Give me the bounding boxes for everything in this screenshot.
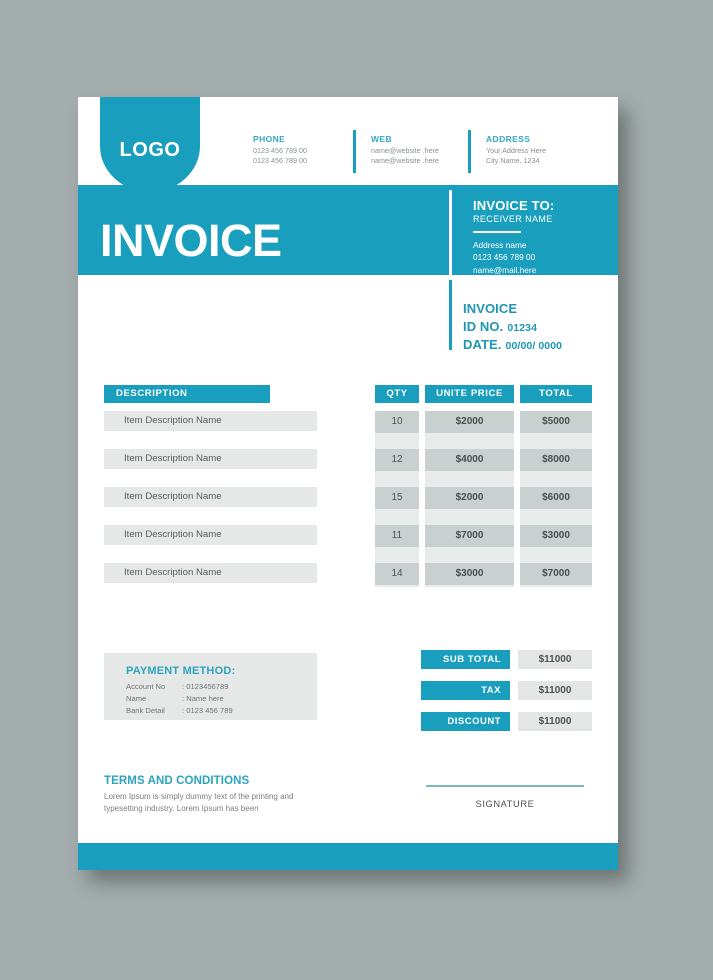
cell-qty: 11 <box>391 530 403 541</box>
discount-label: DISCOUNT <box>421 712 510 731</box>
subtotal-value: $11000 <box>518 650 592 669</box>
payment-value: : 0123456789 <box>182 682 229 691</box>
contact-line: 0123 456 789 00 <box>253 156 307 166</box>
invoice-date-label: DATE. <box>463 337 502 353</box>
terms-block: TERMS AND CONDITIONS Lorem Ipsum is simp… <box>104 775 324 816</box>
cell-total: $6000 <box>542 492 570 503</box>
payment-row: Account No : 0123456789 <box>126 681 317 693</box>
signature-label: SIGNATURE <box>475 799 535 809</box>
cell-qty: 15 <box>391 492 403 503</box>
cell-total: $7000 <box>542 568 570 579</box>
column-header-unit-price: UNITE PRICE <box>425 385 514 403</box>
contact-line: name@website .here <box>371 156 440 166</box>
contact-title-web: WEB <box>371 134 393 144</box>
payment-row: Name : Name here <box>126 693 317 705</box>
tax-value: $11000 <box>518 681 592 700</box>
cell-total: $8000 <box>542 454 570 465</box>
contact-block-phone: PHONE 0123 456 789 00 0123 456 789 00 <box>253 134 353 167</box>
invoice-date-value: 00/00/ 0000 <box>505 340 563 353</box>
invoice-page: PHONE 0123 456 789 00 0123 456 789 00 WE… <box>78 97 618 870</box>
payment-method-card: PAYMENT METHOD: Account No : 0123456789 … <box>104 653 317 720</box>
payment-key: Bank Detail <box>126 705 165 715</box>
page-title: INVOICE <box>100 215 282 266</box>
divider-rule <box>473 231 521 233</box>
logo-shield-shape: LOGO <box>100 97 200 192</box>
invoice-banner: INVOICE INVOICE TO: RECEIVER NAME Addres… <box>78 185 618 275</box>
table-row: Item Description Name <box>104 449 317 469</box>
cell-price: $3000 <box>455 568 484 579</box>
screenshot-canvas: PHONE 0123 456 789 00 0123 456 789 00 WE… <box>0 0 713 980</box>
invoice-to-block: INVOICE TO: RECEIVER NAME Address name 0… <box>473 198 623 276</box>
receiver-name: RECEIVER NAME <box>473 214 553 224</box>
cell-price: $7000 <box>455 530 484 541</box>
contact-line: Your Address Here <box>486 146 547 155</box>
receiver-email: name@mail.here <box>473 264 537 275</box>
payment-value: : Name here <box>182 693 224 703</box>
contact-line: name@website .here <box>371 146 440 155</box>
contact-title-phone: PHONE <box>253 134 286 144</box>
invoice-id-value: 01234 <box>507 322 538 335</box>
table-row: Item Description Name <box>104 563 317 583</box>
table-row: Item Description Name <box>104 487 317 507</box>
invoice-to-title: INVOICE TO: <box>473 198 555 213</box>
invoice-id-row: ID NO. 01234 <box>463 318 562 336</box>
footer-bar <box>78 843 618 870</box>
contact-info-group: PHONE 0123 456 789 00 0123 456 789 00 WE… <box>253 130 588 173</box>
contact-block-web: WEB name@website .here name@website .her… <box>353 130 468 173</box>
contact-line: 0123 456 789 00 <box>253 146 307 155</box>
payment-method-title: PAYMENT METHOD: <box>126 665 236 677</box>
column-header-qty: QTY <box>375 385 419 403</box>
signature-line <box>426 785 584 787</box>
cell-total: $3000 <box>542 530 570 541</box>
table-row: Item Description Name <box>104 411 317 431</box>
cell-total: $5000 <box>542 416 570 427</box>
tax-label: TAX <box>421 681 510 700</box>
terms-title: TERMS AND CONDITIONS <box>104 775 250 787</box>
column-header-total: TOTAL <box>520 385 592 403</box>
contact-title-address: ADDRESS <box>486 134 531 144</box>
divider-line <box>353 130 356 173</box>
payment-row: Bank Detail : 0123 456 789 <box>126 705 317 717</box>
vertical-divider-banner <box>449 190 452 280</box>
contact-block-address: ADDRESS Your Address Here City Name, 123… <box>468 130 588 173</box>
payment-key: Account No <box>126 682 166 691</box>
divider-line <box>468 130 471 173</box>
invoice-id-label: ID NO. <box>463 319 504 335</box>
cell-price: $4000 <box>455 454 484 465</box>
receiver-address: Address name <box>473 240 527 250</box>
subtotal-label: SUB TOTAL <box>421 650 510 669</box>
cell-qty: 10 <box>391 416 403 427</box>
cell-price: $2000 <box>455 416 484 427</box>
table-row: Item Description Name <box>104 525 317 545</box>
terms-body: Lorem Ipsum is simply dummy text of the … <box>104 792 294 814</box>
logo-text: LOGO <box>119 139 181 161</box>
discount-value: $11000 <box>518 712 592 731</box>
column-header-description: DESCRIPTION <box>104 385 270 403</box>
cell-price: $2000 <box>455 492 484 503</box>
contact-line: City Name, 1234 <box>486 156 540 166</box>
invoice-label: INVOICE <box>463 301 518 316</box>
payment-value: : 0123 456 789 <box>182 705 233 715</box>
cell-qty: 14 <box>391 568 403 579</box>
invoice-date-row: DATE. 00/00/ 0000 <box>463 336 562 354</box>
signature-block: SIGNATURE <box>426 785 584 809</box>
payment-key: Name <box>126 693 147 703</box>
invoice-meta-block: INVOICE ID NO. 01234 DATE. 00/00/ 0000 <box>463 300 562 355</box>
receiver-phone: 0123 456 789 00 <box>473 252 536 263</box>
cell-qty: 12 <box>391 454 403 465</box>
